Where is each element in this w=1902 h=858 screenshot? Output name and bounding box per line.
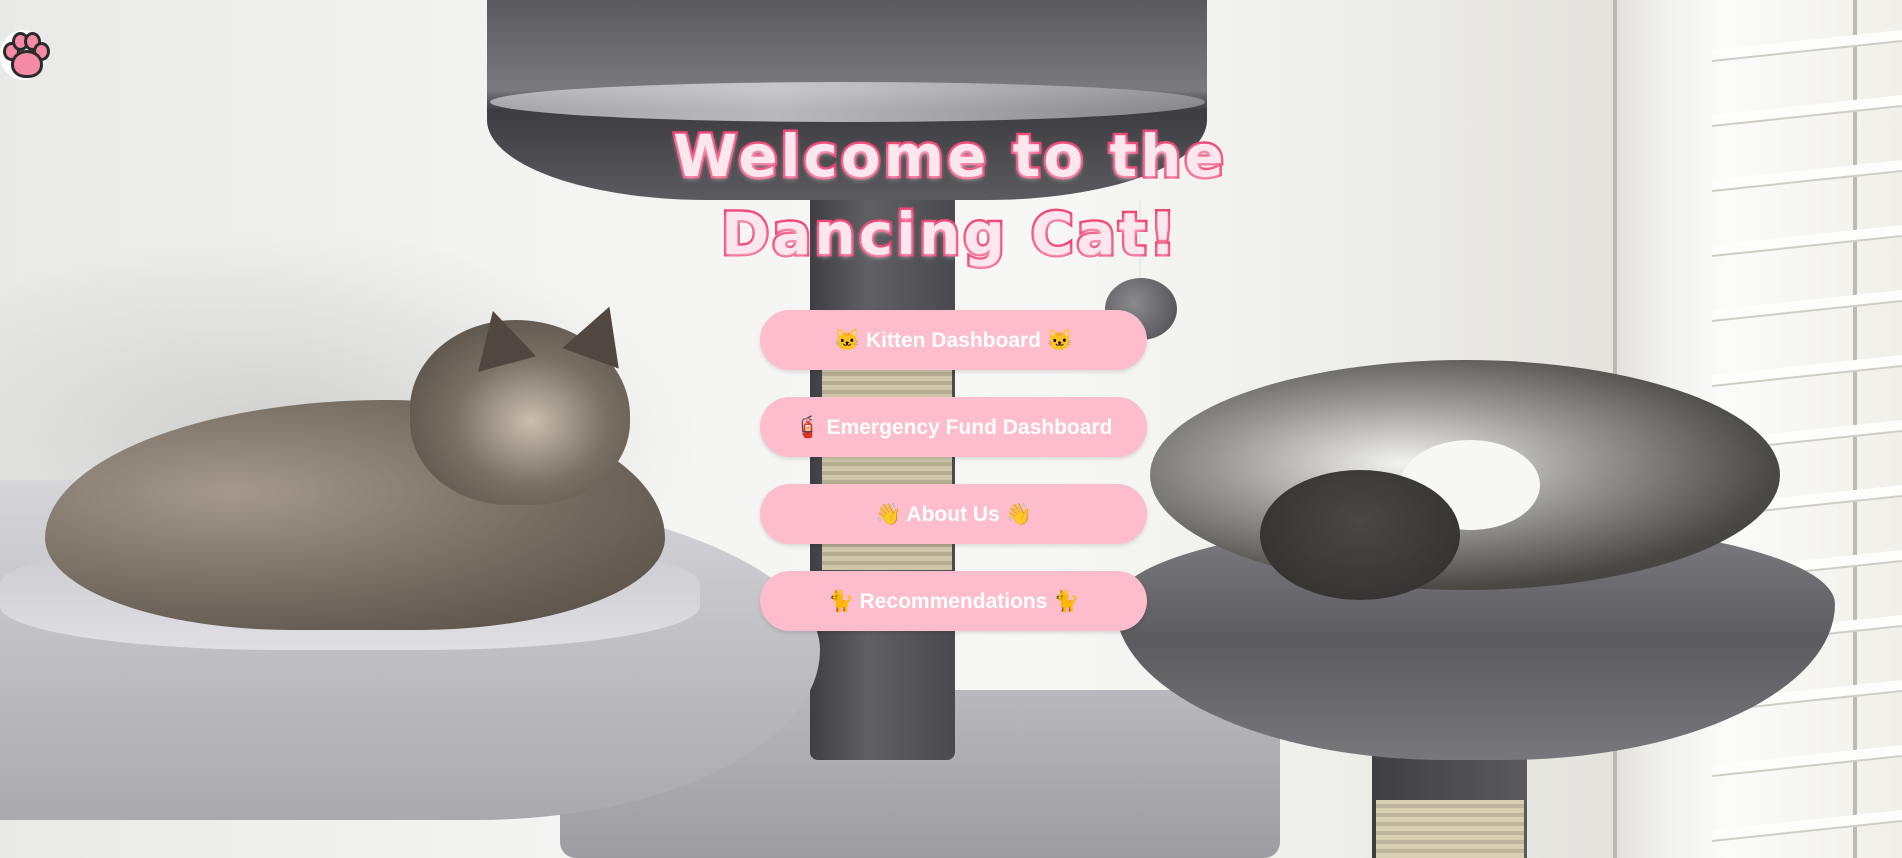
paw-print-icon[interactable]: [0, 28, 50, 80]
button-label: 🐱 Kitten Dashboard 🐱: [834, 329, 1073, 352]
tuxedo-cat-head: [1260, 470, 1460, 600]
button-label: 👋 About Us 👋: [875, 503, 1032, 526]
scratching-rope: [1376, 800, 1524, 858]
main-menu: 🐱 Kitten Dashboard 🐱 🧯 Emergency Fund Da…: [760, 310, 1147, 658]
button-label: 🐈 Recommendations 🐈: [827, 590, 1080, 613]
kitten-dashboard-button[interactable]: 🐱 Kitten Dashboard 🐱: [760, 310, 1147, 370]
page-title: Welcome to the Dancing Cat!: [671, 119, 1227, 270]
emergency-fund-dashboard-button[interactable]: 🧯 Emergency Fund Dashboard: [760, 397, 1147, 457]
about-us-button[interactable]: 👋 About Us 👋: [760, 484, 1147, 544]
paw-pad: [11, 50, 43, 78]
button-label: 🧯 Emergency Fund Dashboard: [794, 416, 1113, 439]
recommendations-button[interactable]: 🐈 Recommendations 🐈: [760, 571, 1147, 631]
